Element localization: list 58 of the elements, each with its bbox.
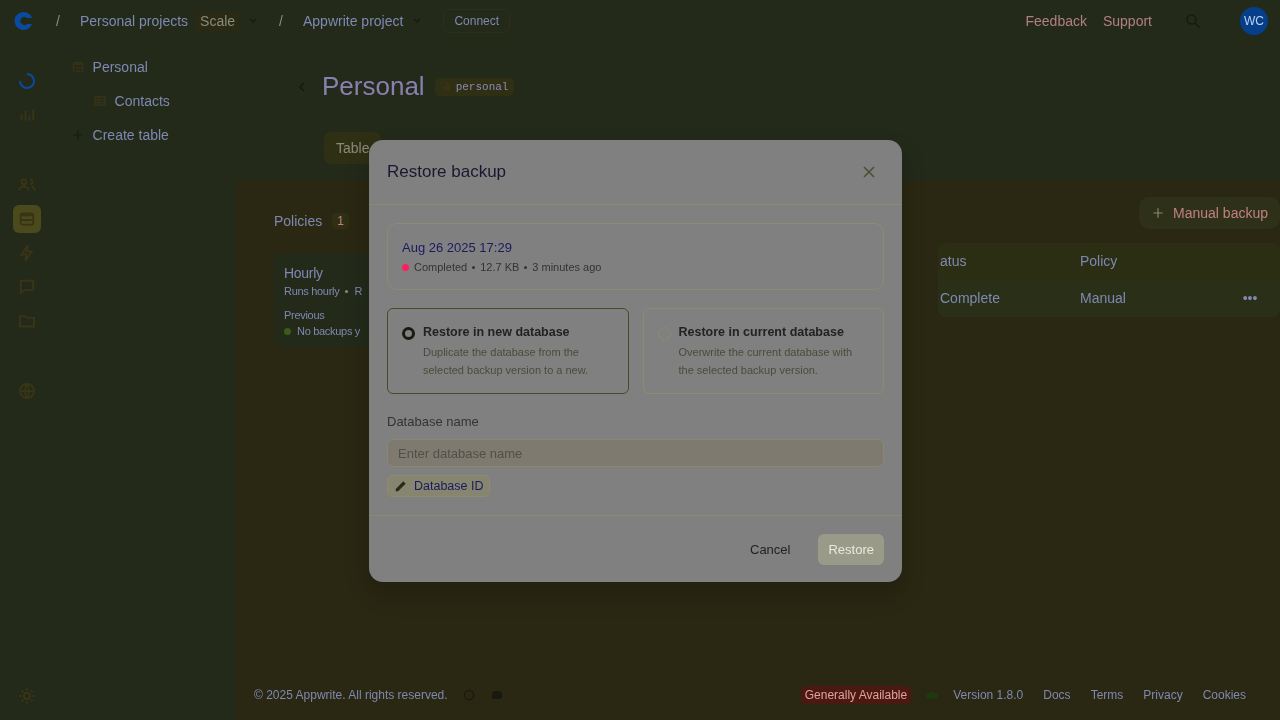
policy-schedule: Runs hourly	[284, 285, 340, 297]
plan-badge: Scale	[196, 11, 240, 31]
pencil-icon	[394, 479, 408, 493]
count-badge: 1	[332, 213, 349, 229]
organization-link[interactable]: Personal projects	[79, 13, 189, 29]
table-cell-text: Manual	[1080, 290, 1127, 306]
database-id-button[interactable]: Database ID	[387, 475, 491, 497]
footer-link[interactable]: Privacy	[1143, 688, 1183, 702]
policies-label: Policies	[274, 213, 323, 229]
create-table-link[interactable]: Create table	[92, 127, 169, 143]
database-icon[interactable]	[12, 205, 41, 233]
breadcrumb-separator: /	[56, 13, 60, 29]
status-badge: Generally Available	[800, 686, 912, 704]
column-header: Policy	[1080, 253, 1119, 269]
option-title: Restore in new database	[423, 325, 571, 339]
breadcrumb-separator: /	[279, 13, 283, 29]
database-item[interactable]: Personal	[92, 59, 148, 75]
bullet-icon	[345, 289, 349, 293]
header-link[interactable]: Support	[1102, 13, 1152, 29]
option-description: Overwrite the current database with the selected backup version.	[678, 345, 854, 378]
bullet-icon	[524, 265, 528, 269]
close-icon[interactable]	[862, 165, 876, 179]
page-title: Personal	[322, 71, 425, 102]
previous-status: No backups y	[297, 325, 361, 337]
backup-status: Completed	[414, 261, 468, 273]
project-link[interactable]: Appwrite project	[303, 13, 404, 29]
plus-icon	[1151, 206, 1166, 220]
status-dot	[284, 327, 291, 335]
column-header: atus	[939, 253, 968, 269]
id-badge[interactable]: personal	[434, 77, 515, 96]
connect-button[interactable]: Connect	[443, 9, 511, 33]
option-title: Restore in current database	[678, 325, 845, 339]
backup-size: 12.7 KB	[480, 261, 520, 273]
dialog-title: Restore backup	[387, 162, 507, 182]
footer-link[interactable]: Terms	[1090, 688, 1124, 702]
more-icon[interactable]: •••	[1220, 290, 1280, 306]
restore-option[interactable]: Restore in current database Overwrite the current database with the selected backup version.	[642, 308, 884, 394]
policy-name: Hourly	[284, 265, 324, 281]
cancel-button[interactable]: Cancel	[744, 540, 797, 558]
previous-label: Previous	[284, 309, 326, 321]
restore-option[interactable]: Restore in new database Duplicate the database from the selected backup version to a new.	[387, 308, 629, 394]
policy-retention: R	[354, 285, 363, 297]
backup-age: 3 minutes ago	[532, 261, 602, 273]
radio-button[interactable]	[402, 327, 415, 340]
field-label: Database name	[387, 414, 480, 429]
backup-date: Aug 26 2025 17:29	[402, 240, 513, 255]
header-link[interactable]: Feedback	[1025, 13, 1087, 29]
copyright-text: © 2025 Appwrite. All rights reserved.	[254, 688, 448, 702]
footer-link[interactable]: Docs	[1043, 688, 1071, 702]
table-item[interactable]: Contacts	[114, 93, 170, 109]
user-avatar[interactable]: WC	[1240, 7, 1268, 35]
option-description: Duplicate the database from the selected backup version to a new.	[423, 345, 590, 378]
version-text: Version 1.8.0	[953, 688, 1024, 702]
manual-backup-button[interactable]: Manual backup	[1139, 197, 1280, 229]
bullet-icon	[472, 265, 476, 269]
footer-link[interactable]: Cookies	[1202, 688, 1246, 702]
id-text: personal	[455, 80, 509, 93]
table-cell-text: Complete	[939, 290, 1001, 306]
